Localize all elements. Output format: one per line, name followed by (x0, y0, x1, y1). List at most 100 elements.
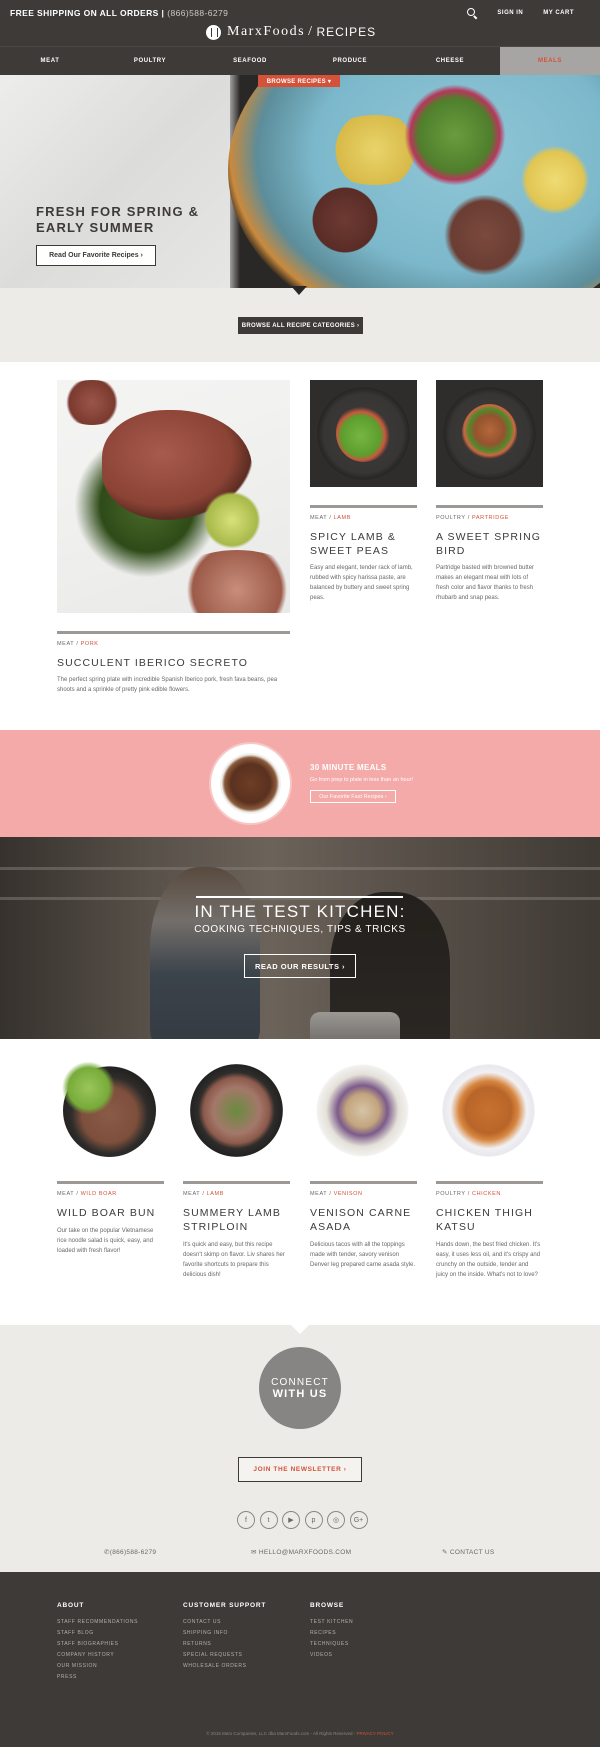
logo-section: RECIPES (316, 25, 377, 39)
footer-link[interactable]: TEST KITCHEN (310, 1617, 353, 1628)
lamb-striploin-image[interactable] (190, 1064, 283, 1157)
recipe-subcategory-link[interactable]: CHICKEN (472, 1191, 501, 1197)
hero-title: FRESH FOR SPRING & EARLY SUMMER (36, 204, 200, 235)
nav-item-cheese[interactable]: CHEESE (400, 47, 500, 75)
pinterest-icon[interactable]: p (304, 1511, 323, 1529)
footer-link[interactable]: WHOLESALE ORDERS (183, 1661, 266, 1672)
title-rule (196, 896, 403, 898)
footer-link[interactable]: PRESS (57, 1672, 138, 1683)
footer-link[interactable]: SPECIAL REQUESTS (183, 1650, 266, 1661)
logo-brand: MarxFoods (227, 24, 306, 39)
test-kitchen-subtitle: COOKING TECHNIQUES, TIPS & TRICKS (194, 924, 406, 935)
recipe-subcategory-link[interactable]: PORK (81, 641, 99, 647)
footer-link[interactable]: STAFF BLOG (57, 1628, 138, 1639)
spring-bird-image[interactable] (436, 380, 543, 487)
browse-recipes-tab[interactable]: BROWSE RECIPES ▾ (258, 75, 340, 87)
recipe-title[interactable]: A SWEET SPRING BIRD (436, 530, 546, 558)
site-logo[interactable]: MarxFoods / RECIPES (206, 22, 376, 42)
nav-item-meals[interactable]: MEALS (500, 47, 600, 75)
recipe-subcategory-link[interactable]: LAMB (334, 515, 351, 521)
nav-item-produce[interactable]: PRODUCE (300, 47, 400, 75)
footer-link[interactable]: SHIPPING INFO (183, 1628, 266, 1639)
footer-link[interactable]: COMPANY HISTORY (57, 1650, 138, 1661)
iberico-secreto-image[interactable] (57, 380, 290, 613)
wild-boar-bun-image[interactable] (61, 1058, 156, 1157)
card-divider (57, 631, 290, 634)
copyright: © 2015 Marx Companies, LLC dba MarxFoods… (0, 1731, 600, 1736)
facebook-icon[interactable]: f (237, 1511, 255, 1529)
cart-link[interactable]: MY CART (543, 10, 574, 16)
recipe-subcategory-link[interactable]: WILD BOAR (81, 1191, 117, 1197)
contact-email[interactable]: ✉ HELLO@MARXFOODS.COM (251, 1548, 351, 1556)
recipe-subcategory-link[interactable]: LAMB (207, 1191, 224, 1197)
footer-link[interactable]: RETURNS (183, 1639, 266, 1650)
footer-link[interactable]: RECIPES (310, 1628, 353, 1639)
read-results-button[interactable]: READ OUR RESULTS › (244, 954, 356, 978)
spicy-lamb-image[interactable] (310, 380, 417, 487)
recipe-subcategory-link[interactable]: VENISON (334, 1191, 363, 1197)
main-nav: MEAT POULTRY SEAFOOD PRODUCE CHEESE MEAL… (0, 46, 600, 75)
google-plus-icon[interactable]: G+ (349, 1511, 368, 1529)
footer-link[interactable]: VIDEOS (310, 1650, 353, 1661)
recipe-description: Hands down, the best fried chicken. It's… (436, 1242, 541, 1278)
recipe-title[interactable]: CHICKEN THIGH KATSU (436, 1206, 546, 1234)
recipe-category: MEAT / LAMB (183, 1191, 224, 1197)
venison-carne-asada-image[interactable] (316, 1064, 409, 1157)
instagram-icon[interactable]: ◎ (327, 1511, 345, 1529)
contact-us-link[interactable]: ✎ CONTACT US (442, 1548, 495, 1556)
chat-icon: ✎ (442, 1549, 450, 1556)
shipping-text: FREE SHIPPING ON ALL ORDERS | (10, 8, 165, 18)
section-notch (291, 1325, 309, 1334)
hero-food-image (520, 135, 590, 225)
search-icon[interactable] (467, 8, 477, 18)
hero-notch (291, 286, 307, 295)
connect-line-1: CONNECT (271, 1376, 329, 1388)
test-kitchen-title: IN THE TEST KITCHEN: (194, 902, 406, 921)
fast-recipes-button[interactable]: Our Favorite Fast Recipes › (310, 790, 396, 803)
recipe-description: Our take on the popular Vietnamese rice … (57, 1228, 154, 1254)
favorite-recipes-button[interactable]: Read Our Favorite Recipes › (36, 245, 156, 266)
recipe-title[interactable]: SUMMERY LAMB STRIPLOIN (183, 1206, 293, 1234)
card-divider (436, 1181, 543, 1184)
card-divider (57, 1181, 164, 1184)
footer-link[interactable]: TECHNIQUES (310, 1639, 353, 1650)
footer-link[interactable]: STAFF BIOGRAPHIES (57, 1639, 138, 1650)
header-actions: SIGN IN MY CART (467, 8, 574, 18)
recipe-title[interactable]: SUCCULENT IBERICO SECRETO (57, 656, 297, 670)
top-bar: FREE SHIPPING ON ALL ORDERS | (866)588-62… (0, 0, 600, 46)
quick-meals-image[interactable] (211, 744, 290, 823)
hero-food-image (395, 80, 515, 190)
chicken-katsu-image[interactable] (442, 1064, 535, 1157)
nav-item-seafood[interactable]: SEAFOOD (200, 47, 300, 75)
footer-link[interactable]: STAFF RECOMMENDATIONS (57, 1617, 138, 1628)
test-kitchen-banner (0, 837, 600, 1039)
connect-badge: CONNECT WITH US (259, 1347, 341, 1429)
quick-meals-title: 30 MINUTE MEALS (310, 763, 387, 772)
nav-item-meat[interactable]: MEAT (0, 47, 100, 75)
recipe-description: Delicious tacos with all the toppings ma… (310, 1242, 416, 1268)
footer-browse-column: BROWSE TEST KITCHEN RECIPES TECHNIQUES V… (310, 1602, 353, 1661)
card-divider (436, 505, 543, 508)
card-divider (310, 505, 417, 508)
quick-meals-band (0, 730, 600, 837)
recipe-category: POULTRY / CHICKEN (436, 1191, 501, 1197)
envelope-icon: ✉ (251, 1549, 259, 1556)
browse-categories-button[interactable]: BROWSE ALL RECIPE CATEGORIES › (238, 317, 363, 334)
header-phone[interactable]: (866)588-6279 (167, 8, 228, 18)
copyright-text: © 2015 Marx Companies, LLC dba MarxFoods… (206, 1731, 356, 1736)
card-divider (310, 1181, 417, 1184)
footer-link[interactable]: OUR MISSION (57, 1661, 138, 1672)
footer-link[interactable]: CONTACT US (183, 1617, 266, 1628)
privacy-policy-link[interactable]: PRIVACY POLICY (357, 1731, 394, 1736)
newsletter-button[interactable]: JOIN THE NEWSLETTER › (238, 1457, 362, 1482)
recipe-title[interactable]: WILD BOAR BUN (57, 1206, 167, 1220)
recipe-subcategory-link[interactable]: PARTRIDGE (472, 515, 509, 521)
youtube-icon[interactable]: ▶ (282, 1511, 300, 1529)
recipe-title[interactable]: VENISON CARNE ASADA (310, 1206, 420, 1234)
contact-phone[interactable]: ✆(866)588-6279 (104, 1548, 156, 1556)
nav-item-poultry[interactable]: POULTRY (100, 47, 200, 75)
hero-food-image (305, 185, 385, 255)
twitter-icon[interactable]: t (259, 1511, 278, 1529)
recipe-title[interactable]: SPICY LAMB & SWEET PEAS (310, 530, 420, 558)
sign-in-link[interactable]: SIGN IN (497, 10, 523, 16)
